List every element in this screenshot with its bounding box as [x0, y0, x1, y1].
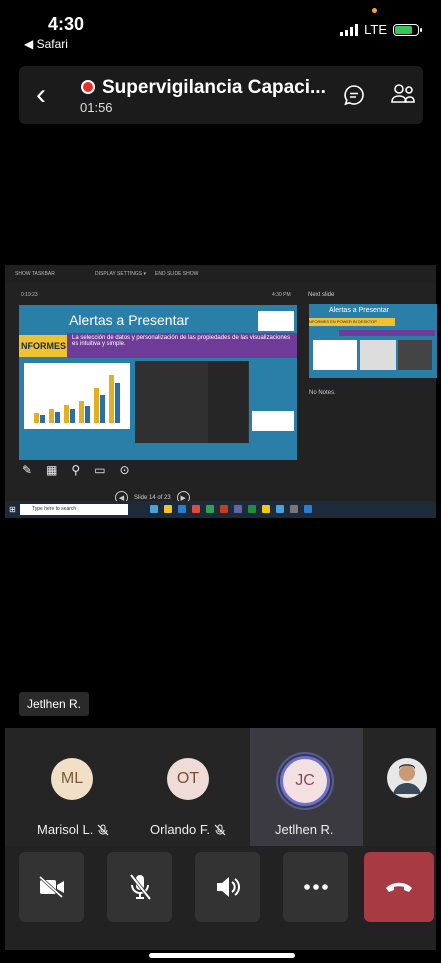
- more-icon[interactable]: ⊙: [120, 463, 130, 477]
- slide-text: La selección de datos y personalización …: [67, 333, 297, 358]
- avatar: OT: [167, 758, 209, 800]
- participant-name: Orlando F.: [150, 822, 226, 837]
- taskbar-app-icon: [290, 505, 298, 513]
- next-slide-image: [360, 340, 396, 370]
- taskbar-app-icon: [178, 505, 186, 513]
- participants-icon[interactable]: [390, 82, 416, 106]
- presenter-clock: 4:30 PM: [272, 292, 291, 298]
- slide-screenshot-panel-2: [208, 361, 248, 443]
- participant-card[interactable]: ML Marisol L.: [5, 728, 130, 846]
- pen-icon[interactable]: ✎: [22, 463, 32, 477]
- network-label: LTE: [364, 22, 387, 37]
- participant-name-label: Jetlhen R.: [275, 822, 334, 837]
- chat-icon[interactable]: [343, 84, 365, 106]
- taskbar-app-icon: [206, 505, 214, 513]
- toolbar-item: END SLIDE SHOW: [155, 271, 199, 277]
- participant-name: Jetlhen R.: [275, 822, 334, 837]
- slide-footer-logo: [252, 411, 294, 431]
- toolbar-item: DISPLAY SETTINGS ▾: [95, 271, 146, 277]
- status-time: 4:30: [48, 14, 85, 34]
- slide-chart-image: [24, 363, 130, 429]
- meeting-timer: 01:56: [80, 100, 113, 115]
- speaker-icon: [216, 877, 240, 897]
- more-dots-icon: [303, 884, 328, 890]
- mic-off-icon: [97, 824, 109, 835]
- recording-icon: [81, 80, 95, 94]
- taskbar-app-icon: [150, 505, 158, 513]
- back-to-safari-link[interactable]: ◀ Safari: [24, 37, 68, 51]
- taskbar-app-icon: [262, 505, 270, 513]
- battery-icon: [393, 23, 422, 36]
- camera-off-icon: [38, 875, 64, 899]
- presenter-toolbar: SHOW TASKBAR DISPLAY SETTINGS ▾ END SLID…: [5, 265, 436, 283]
- toolbar-item: SHOW TASKBAR: [15, 271, 55, 277]
- participant-card[interactable]: [365, 728, 436, 846]
- participant-name: Marisol L.: [37, 822, 109, 837]
- mic-off-icon: [129, 873, 151, 901]
- speaker-button[interactable]: [195, 852, 260, 922]
- slide-counter: Slide 14 of 23: [134, 494, 171, 501]
- slide-bar-chart: [34, 375, 120, 423]
- avatar: JC: [280, 756, 330, 806]
- participant-card-active[interactable]: JC Jetlhen R.: [250, 728, 363, 846]
- next-slide-image: [398, 340, 432, 370]
- grid-icon[interactable]: ▦: [46, 463, 57, 477]
- avatar: ML: [51, 758, 93, 800]
- back-chevron-icon[interactable]: ‹: [36, 80, 46, 110]
- screen-icon[interactable]: ▭: [94, 463, 105, 477]
- hang-up-icon: [386, 882, 412, 892]
- camera-off-button[interactable]: [19, 852, 84, 922]
- taskbar-app-icon: [304, 505, 312, 513]
- hang-up-button[interactable]: [364, 852, 434, 922]
- taskbar-app-icon: [220, 505, 228, 513]
- taskbar-app-icon: [276, 505, 284, 513]
- meeting-title: Supervigilancia Capaci...: [102, 77, 326, 98]
- mic-off-icon: [214, 824, 226, 835]
- participant-name-label: Orlando F.: [150, 822, 210, 837]
- active-speaker-tag: Jetlhen R.: [19, 692, 89, 716]
- taskbar-app-icon: [164, 505, 172, 513]
- slide-logo: [258, 311, 294, 331]
- taskbar-app-icon: [192, 505, 200, 513]
- participant-name-label: Marisol L.: [37, 822, 94, 837]
- next-slide-text-bar: [339, 330, 435, 336]
- presenter-tools: ✎ ▦ ⚲ ▭ ⊙: [22, 463, 130, 477]
- mute-button[interactable]: [107, 852, 172, 922]
- next-slide-title: Alertas a Presentar: [329, 307, 389, 314]
- participant-photo-avatar: [387, 758, 427, 798]
- taskbar-search: Type here to search: [20, 504, 128, 515]
- windows-start-icon: ⊞: [9, 505, 16, 514]
- signal-icon: [340, 23, 359, 36]
- speaker-notes: No Notes.: [309, 390, 336, 396]
- slide-title: Alertas a Presentar: [69, 312, 189, 328]
- presenter-elapsed: 0:19:23: [21, 292, 38, 298]
- next-slide-image: [313, 340, 357, 370]
- status-right: LTE: [340, 22, 422, 37]
- more-options-button[interactable]: [283, 852, 348, 922]
- taskbar-app-icon: [234, 505, 242, 513]
- next-slide-band: NFORMES EN POWER BI DESKTOP: [309, 318, 395, 326]
- mic-in-use-indicator: [372, 8, 377, 13]
- taskbar-app-icon: [248, 505, 256, 513]
- zoom-icon[interactable]: ⚲: [71, 463, 80, 477]
- next-slide-label: Next slide: [308, 292, 335, 298]
- home-indicator[interactable]: [149, 953, 295, 958]
- participant-card[interactable]: OT Orlando F.: [130, 728, 248, 846]
